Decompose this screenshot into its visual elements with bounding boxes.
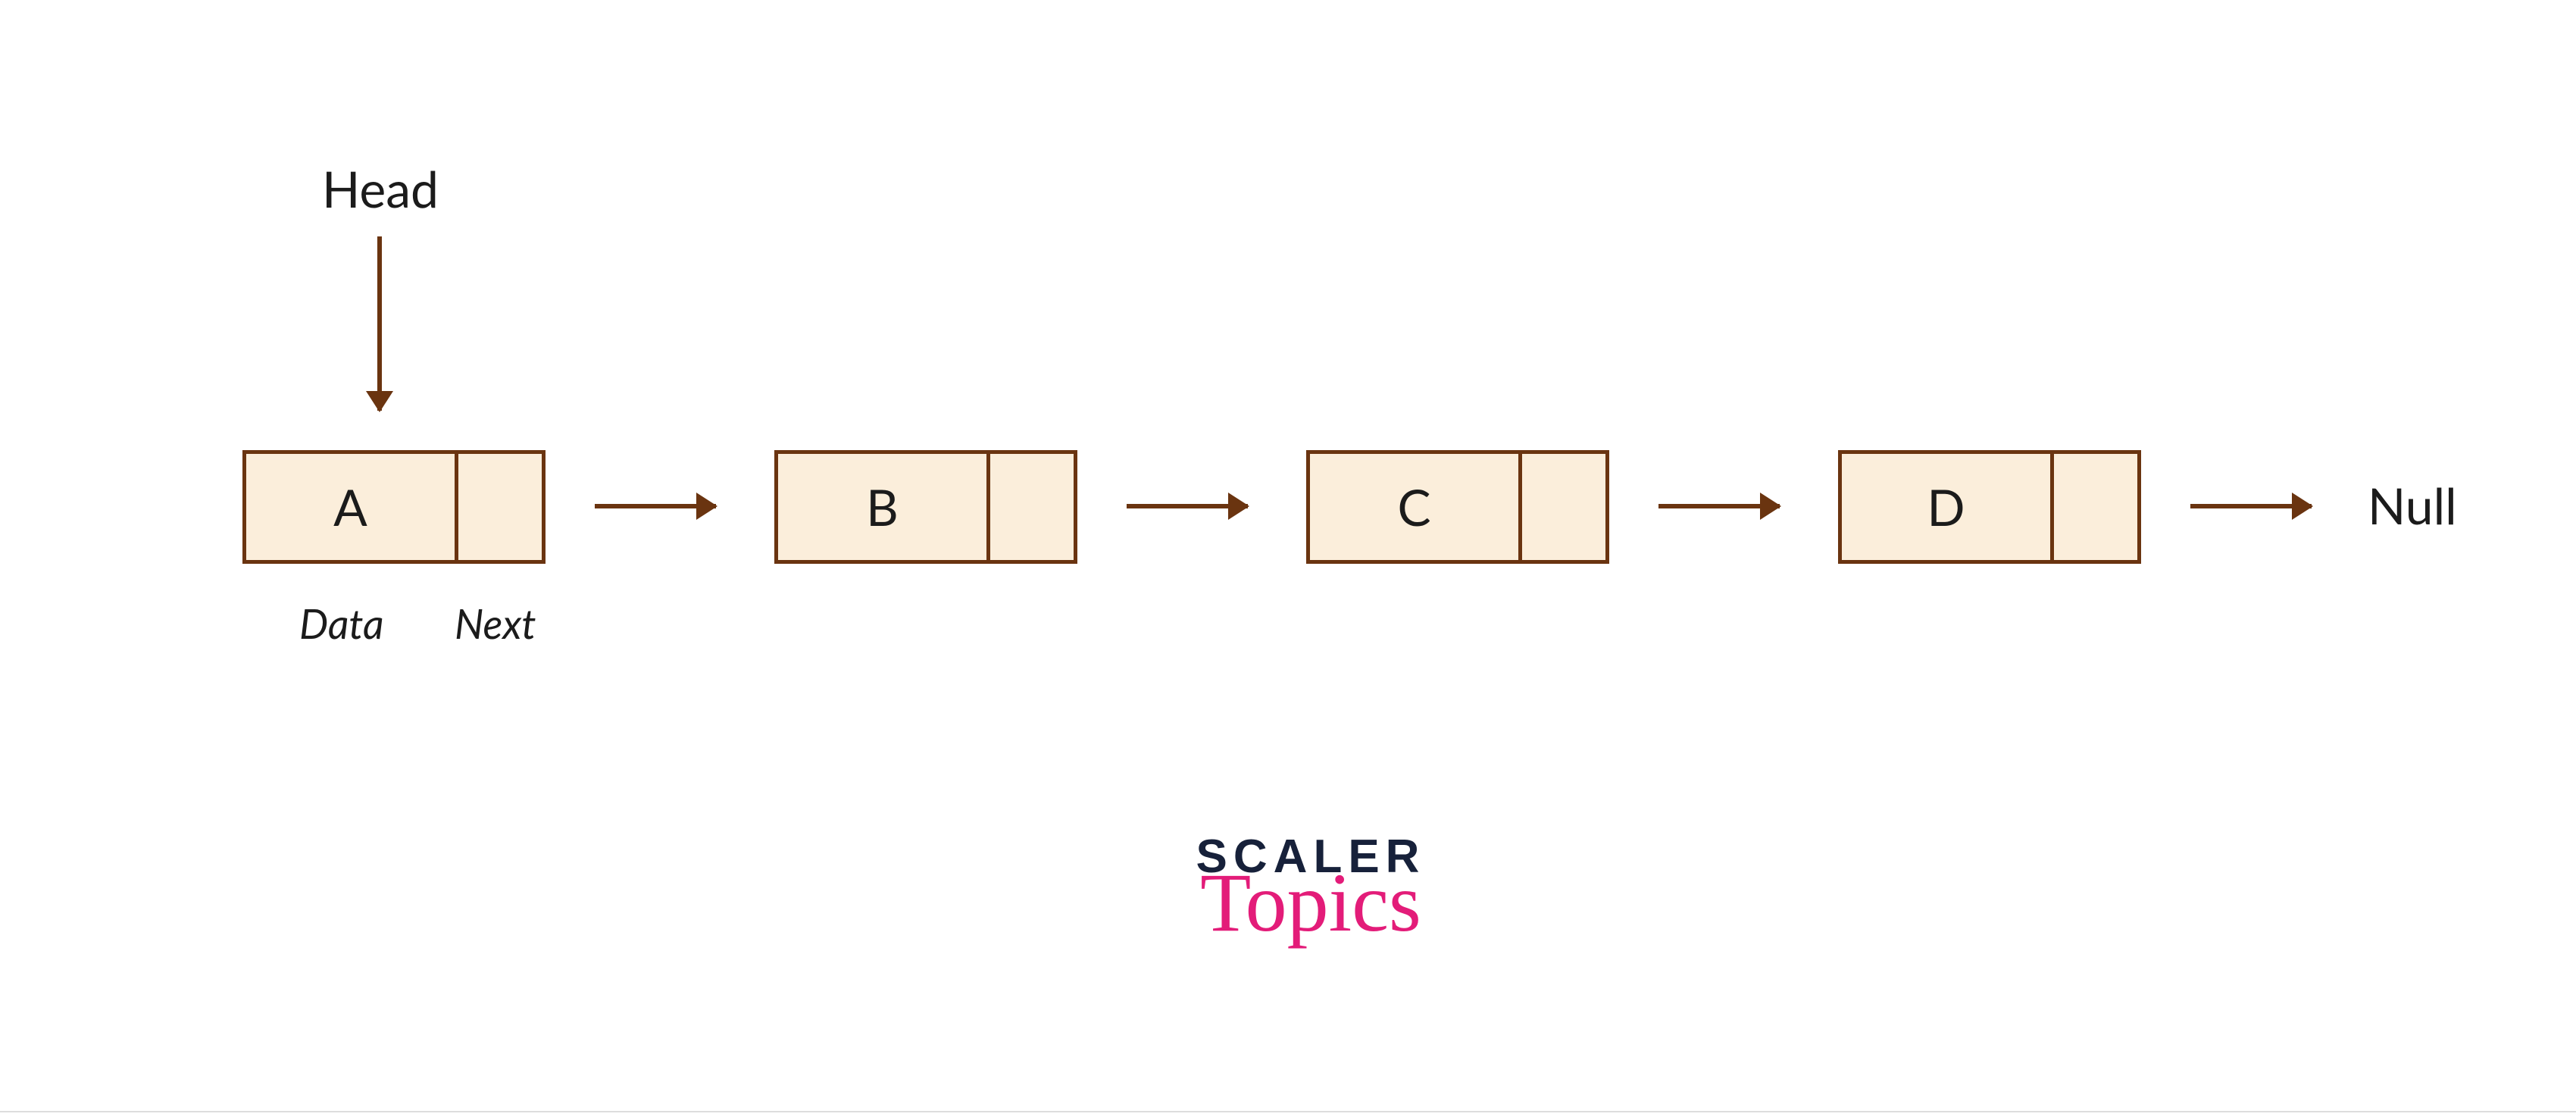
head-arrow bbox=[377, 236, 382, 411]
bottom-divider bbox=[0, 1111, 2576, 1112]
logo-line-topics: Topics bbox=[1159, 861, 1462, 944]
arrow-b-to-c bbox=[1127, 504, 1248, 508]
node-d-data: D bbox=[1842, 454, 2054, 560]
head-label: Head bbox=[322, 159, 439, 219]
node-b-next bbox=[990, 454, 1074, 560]
arrow-c-to-d bbox=[1658, 504, 1780, 508]
node-b: B bbox=[774, 450, 1077, 564]
null-label: Null bbox=[2368, 476, 2457, 536]
node-b-data: B bbox=[778, 454, 990, 560]
next-field-label: Next bbox=[455, 599, 536, 648]
data-field-label: Data bbox=[299, 599, 384, 648]
node-c: C bbox=[1306, 450, 1609, 564]
node-d-next bbox=[2054, 454, 2137, 560]
arrow-a-to-b bbox=[595, 504, 716, 508]
linked-list-diagram: Head A Data Next B C D Null SCALER Topic… bbox=[0, 0, 2576, 1120]
node-a-data: A bbox=[246, 454, 458, 560]
node-d: D bbox=[1838, 450, 2141, 564]
scaler-topics-logo: SCALER Topics bbox=[1159, 830, 1462, 944]
node-c-data: C bbox=[1310, 454, 1522, 560]
node-a: A bbox=[242, 450, 546, 564]
arrow-d-to-null bbox=[2190, 504, 2312, 508]
node-a-next bbox=[458, 454, 542, 560]
node-c-next bbox=[1522, 454, 1605, 560]
